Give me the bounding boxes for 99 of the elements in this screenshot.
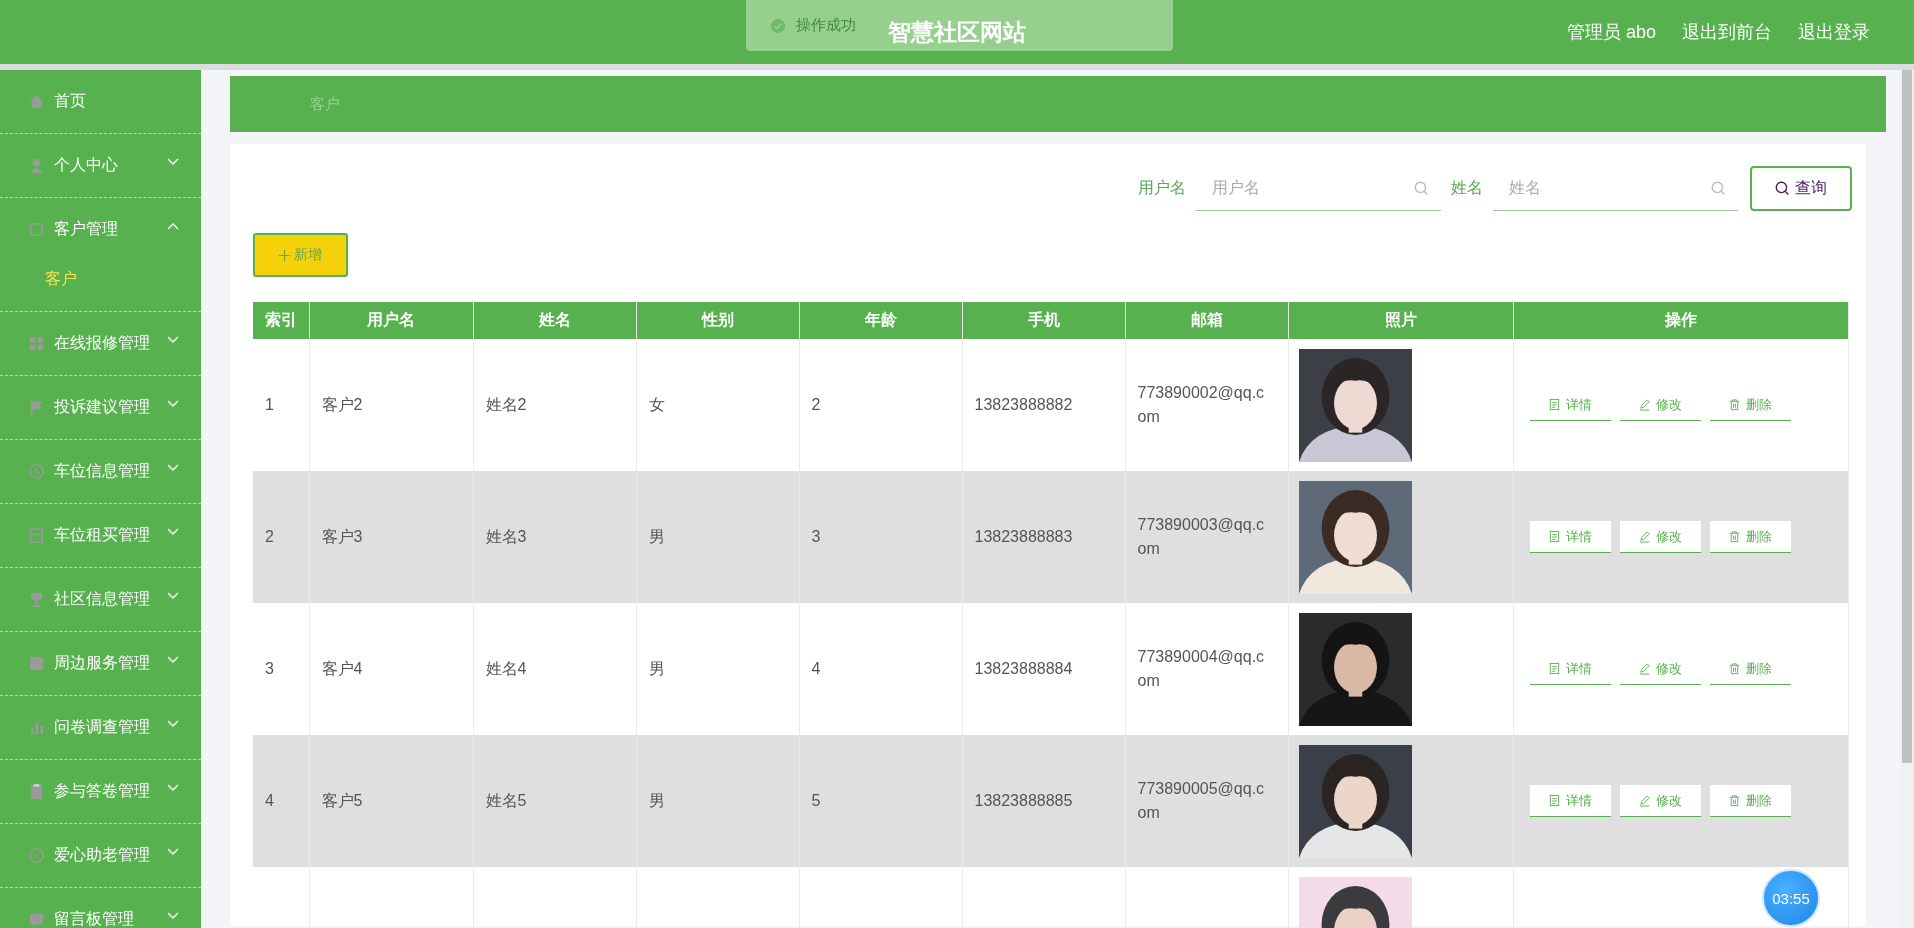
index-cell-text: 4 [265, 792, 275, 810]
details-button[interactable]: 详情 [1529, 785, 1611, 817]
username-cell-text: 客户5 [321, 790, 364, 811]
sidebar-item[interactable]: 周边服务管理 [0, 632, 201, 696]
edit-button[interactable]: 修改 [1619, 785, 1701, 817]
trophy-icon [28, 591, 45, 608]
gender-cell-text: 女 [648, 394, 666, 415]
sidebar-subitem[interactable]: 客户 [0, 265, 201, 293]
username-cell-text: 客户4 [321, 658, 364, 679]
index-cell-text: 2 [265, 528, 275, 546]
name-cell-text: 姓名3 [485, 526, 528, 547]
search-button[interactable]: 查询 [1750, 166, 1852, 211]
trash-icon [1728, 530, 1741, 543]
username-cell-text: 客户3 [321, 526, 364, 547]
form-icon [28, 527, 45, 544]
clipboard-icon [28, 783, 45, 800]
phone-cell-text: 13823888885 [974, 792, 1074, 810]
name-cell-text: 姓名5 [485, 790, 528, 811]
pencil-icon [1638, 794, 1651, 807]
age-cell-text: 3 [811, 528, 822, 546]
plus-icon [279, 249, 290, 261]
sidebar-item[interactable]: 爱心助老管理 [0, 824, 201, 888]
search-label: 用户名 [1138, 178, 1186, 198]
grid-icon [28, 335, 45, 352]
toast-message: 操作成功 [796, 16, 856, 35]
document-icon [1548, 398, 1561, 411]
delete-button[interactable]: 删除 [1709, 521, 1791, 553]
edit-button[interactable]: 修改 [1619, 521, 1701, 553]
gender-cell-text: 男 [648, 658, 666, 679]
column-header: 年龄 [799, 302, 962, 339]
header-link[interactable]: 退出登录 [1798, 20, 1870, 44]
trash-icon [1728, 662, 1741, 675]
trash-icon [1728, 398, 1741, 411]
search-field[interactable]: 用户名 [1196, 166, 1441, 211]
admin-user-label: 管理员 abo [1566, 21, 1656, 44]
pencil-icon [1638, 662, 1651, 675]
home-icon [28, 93, 45, 110]
gender-cell-text: 男 [648, 790, 666, 811]
delete-button[interactable]: 删除 [1709, 785, 1791, 817]
phone-cell-text: 13823888883 [974, 528, 1074, 546]
name-cell-text: 姓名4 [485, 658, 528, 679]
scrollbar[interactable] [1902, 70, 1912, 763]
sidebar-item[interactable]: 投诉建议管理 [0, 376, 201, 440]
phone-cell-text: 13823888882 [974, 396, 1074, 414]
email-cell-text: 773890002@qq.com [1137, 383, 1266, 427]
add-button[interactable]: 新增 [253, 233, 348, 277]
search-icon [1711, 180, 1726, 196]
sidebar-item[interactable]: 在线报修管理 [0, 312, 201, 376]
sidebar-item[interactable]: 车位租买管理 [0, 504, 201, 568]
phone-cell-text: 13823888884 [974, 660, 1074, 678]
site-title: 智慧社区网站 [888, 17, 1026, 47]
compass-icon [28, 847, 45, 864]
sidebar-item[interactable]: 客户管理 [0, 198, 201, 261]
sidebar-item[interactable]: 车位信息管理 [0, 440, 201, 504]
column-header: 索引 [253, 302, 309, 339]
column-header: 邮箱 [1125, 302, 1288, 339]
gender-cell-text: 男 [648, 526, 666, 547]
name-cell-text: 姓名2 [485, 394, 528, 415]
document-icon [1548, 662, 1561, 675]
document-icon [1548, 794, 1561, 807]
age-cell-text: 4 [811, 660, 822, 678]
index-cell-text: 3 [265, 660, 275, 678]
email-cell-text: 773890005@qq.com [1137, 779, 1266, 823]
image-icon [28, 655, 45, 672]
breadcrumb-item[interactable]: 客户 [310, 94, 340, 114]
sidebar-item[interactable]: 个人中心 [0, 134, 201, 198]
search-field[interactable]: 姓名 [1493, 166, 1738, 211]
header-link[interactable]: 退出到前台 [1682, 20, 1772, 44]
details-button[interactable]: 详情 [1529, 521, 1611, 553]
search-icon [1414, 180, 1429, 196]
document-icon [1548, 530, 1561, 543]
message-icon [28, 911, 45, 928]
column-header: 手机 [962, 302, 1125, 339]
clock-icon [28, 463, 45, 480]
column-header: 操作 [1513, 302, 1848, 339]
trash-icon [1728, 794, 1741, 807]
flag-icon [28, 399, 45, 416]
column-header: 用户名 [309, 302, 473, 339]
email-cell-text: 773890003@qq.com [1137, 515, 1266, 559]
sidebar-item[interactable]: 社区信息管理 [0, 568, 201, 632]
search-icon [1775, 181, 1790, 196]
age-cell-text: 2 [811, 396, 822, 414]
sidebar-item[interactable]: 留言板管理 [0, 888, 201, 928]
sidebar-item[interactable]: 问卷调查管理 [0, 696, 201, 760]
sidebar-item[interactable]: 首页 [0, 70, 201, 134]
sidebar-item[interactable]: 参与答卷管理 [0, 760, 201, 824]
user-icon [28, 157, 45, 174]
pencil-icon [1638, 530, 1651, 543]
column-header: 性别 [636, 302, 799, 339]
age-cell-text: 5 [811, 792, 822, 810]
check-circle-icon [770, 17, 786, 34]
index-cell-text: 1 [265, 396, 275, 414]
username-cell-text: 客户2 [321, 394, 364, 415]
pencil-icon [1638, 398, 1651, 411]
search-label: 姓名 [1451, 178, 1483, 198]
square-icon [28, 221, 45, 238]
email-cell-text: 773890004@qq.com [1137, 647, 1266, 691]
column-header: 照片 [1288, 302, 1513, 339]
column-header: 姓名 [473, 302, 636, 339]
